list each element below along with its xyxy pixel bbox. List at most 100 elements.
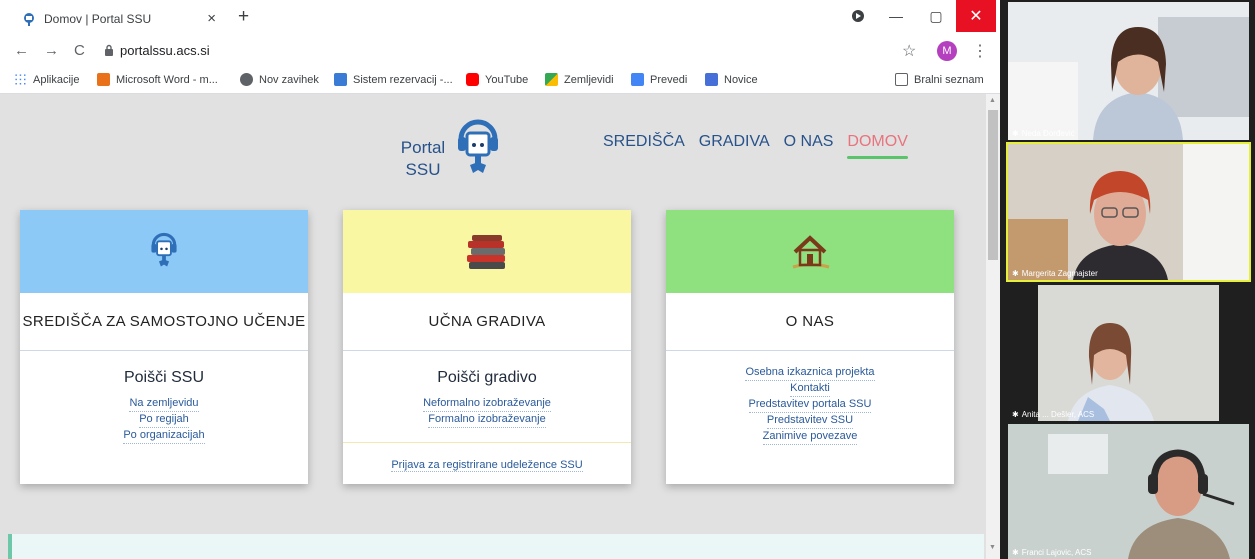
- tab-title: Domov | Portal SSU: [44, 12, 152, 26]
- bookmark-label: Zemljevidi: [564, 73, 614, 86]
- participant-video: [1008, 285, 1249, 421]
- participant-name: ✱ Neda Đorđević: [1012, 129, 1075, 138]
- globe-icon: [240, 73, 253, 86]
- bookmark-label: Nov zavihek: [259, 73, 319, 86]
- card-o-nas: O NAS Osebna izkaznica projekta Kontakti…: [666, 210, 954, 484]
- profile-avatar[interactable]: M: [937, 41, 957, 61]
- link-osebna-izkaznica[interactable]: Osebna izkaznica projekta: [745, 365, 875, 381]
- lock-icon[interactable]: [104, 44, 114, 57]
- link-kontakti[interactable]: Kontakti: [790, 381, 830, 397]
- word-doc-icon: [97, 73, 110, 86]
- video-call-panel: ✱ Neda Đorđević ✱ Margerita Zagmajster ✱…: [1000, 0, 1255, 559]
- bookmark-label: Prevedi: [650, 73, 688, 86]
- bookmark-reservations[interactable]: Sistem rezervacij -...: [334, 73, 453, 86]
- reading-list-icon: [895, 73, 908, 86]
- site-logo[interactable]: Portal SSU: [393, 137, 453, 181]
- card-extra: Prijava za registrirane udeležence SSU: [343, 442, 631, 473]
- link-po-regijah[interactable]: Po regijah: [139, 412, 189, 428]
- bookmark-word[interactable]: Microsoft Word - m...: [97, 73, 218, 86]
- card-gradiva: UČNA GRADIVA Poišči gradivo Neformalno i…: [343, 210, 631, 484]
- logo-text-line1: Portal: [400, 138, 446, 157]
- participant-name: ✱ Margerita Zagmajster: [1012, 269, 1098, 278]
- logo-text-line2: SSU: [405, 160, 441, 179]
- card-banner: [343, 210, 631, 293]
- address-bar: ← → C portalssu.acs.si ☆ M ⋮: [0, 36, 1000, 66]
- bookmark-translate[interactable]: Prevedi: [631, 73, 687, 86]
- forward-icon[interactable]: →: [44, 42, 59, 60]
- url-field[interactable]: portalssu.acs.si: [120, 43, 210, 58]
- reading-list-label: Bralni seznam: [914, 73, 984, 86]
- link-predstavitev-portala[interactable]: Predstavitev portala SSU: [748, 397, 872, 413]
- bookmark-youtube[interactable]: YouTube: [466, 73, 528, 86]
- tab-strip: Domov | Portal SSU × + — ▢ ✕: [0, 0, 1000, 36]
- bookmark-maps[interactable]: Zemljevidi: [545, 73, 614, 86]
- maximize-button[interactable]: ▢: [916, 0, 956, 32]
- youtube-icon: [466, 73, 479, 86]
- bookmark-apps[interactable]: Aplikacije: [14, 73, 79, 86]
- link-prijava[interactable]: Prijava za registrirane udeležence SSU: [391, 459, 583, 472]
- participant-tile[interactable]: ✱ Neda Đorđević: [1008, 2, 1249, 140]
- nav-sredisca[interactable]: SREDIŠČA: [603, 133, 685, 151]
- page-scrollbar[interactable]: ▲ ▼: [986, 94, 1000, 559]
- reading-list-button[interactable]: Bralni seznam: [895, 73, 984, 86]
- back-icon[interactable]: ←: [14, 42, 29, 60]
- participant-name-text: Margerita Zagmajster: [1021, 269, 1098, 278]
- participant-video: [1008, 424, 1249, 559]
- participant-name: ✱ Franci Lajovic, ACS: [1012, 548, 1092, 557]
- tab-close-icon[interactable]: ×: [207, 11, 216, 26]
- link-predstavitev-ssu[interactable]: Predstavitev SSU: [766, 413, 854, 429]
- nav-domov[interactable]: DOMOV: [847, 133, 909, 159]
- bookmark-new-tab[interactable]: Nov zavihek: [240, 73, 319, 86]
- participant-name: ✱ Anita ... Dešler, ACS: [1012, 410, 1094, 419]
- screen: Domov | Portal SSU × + — ▢ ✕ ← → C porta…: [0, 0, 1255, 559]
- browser-menu-icon[interactable]: ⋮: [972, 41, 988, 61]
- participant-video: [1008, 2, 1249, 140]
- scroll-down-icon[interactable]: ▼: [989, 544, 996, 551]
- nav-gradiva[interactable]: GRADIVA: [699, 133, 770, 151]
- bookmark-label: Aplikacije: [33, 73, 80, 86]
- scroll-up-icon[interactable]: ▲: [989, 97, 996, 104]
- card-banner: [20, 210, 308, 293]
- reload-icon[interactable]: C: [74, 42, 85, 60]
- media-control-icon[interactable]: [838, 0, 878, 32]
- link-zanimive-povezave[interactable]: Zanimive povezave: [762, 429, 858, 445]
- pin-icon: ✱: [1012, 129, 1019, 138]
- participant-tile-active[interactable]: ✱ Margerita Zagmajster: [1006, 142, 1251, 282]
- house-icon: [792, 234, 830, 268]
- card-title: SREDIŠČA ZA SAMOSTOJNO UČENJE: [20, 293, 308, 351]
- card-links: Na zemljevidu Po regijah Po organizacija…: [20, 396, 308, 444]
- books-icon: [467, 234, 505, 269]
- site-navigation: SREDIŠČA GRADIVA O NAS DOMOV: [603, 133, 909, 159]
- bookmark-label: Novice: [724, 73, 758, 86]
- bookmark-label: Sistem rezervacij -...: [353, 73, 453, 86]
- participant-name-text: Franci Lajovic, ACS: [1021, 548, 1092, 557]
- participant-tile[interactable]: ✱ Franci Lajovic, ACS: [1008, 424, 1249, 559]
- card-subtitle: Poišči gradivo: [437, 369, 537, 386]
- new-tab-button[interactable]: +: [238, 7, 249, 26]
- maps-icon: [545, 73, 558, 86]
- pin-icon: ✱: [1012, 548, 1019, 557]
- nav-o-nas[interactable]: O NAS: [784, 133, 834, 151]
- card-sredisca: SREDIŠČA ZA SAMOSTOJNO UČENJE Poišči SSU…: [20, 210, 308, 484]
- link-formalno[interactable]: Formalno izobraževanje: [428, 412, 546, 428]
- footer-strip: [8, 534, 984, 559]
- link-na-zemljevidu[interactable]: Na zemljevidu: [129, 396, 199, 412]
- card-subtitle: Poišči SSU: [123, 369, 205, 386]
- minimize-button[interactable]: —: [876, 0, 916, 32]
- web-page: Portal SSU SREDIŠČA GRADIVA O NAS DOMOV: [0, 94, 986, 559]
- owl-mascot-icon[interactable]: [453, 115, 503, 185]
- card-banner: [666, 210, 954, 293]
- card-links: Neformalno izobraževanje Formalno izobra…: [343, 396, 631, 428]
- news-icon: [705, 73, 718, 86]
- bookmark-news[interactable]: Novice: [705, 73, 758, 86]
- scrollbar-thumb[interactable]: [988, 110, 998, 260]
- pin-icon: ✱: [1012, 269, 1019, 278]
- link-po-organizacijah[interactable]: Po organizacijah: [123, 428, 205, 444]
- bookmark-star-icon[interactable]: ☆: [902, 41, 916, 61]
- link-neformalno[interactable]: Neformalno izobraževanje: [423, 396, 551, 412]
- owl-mascot-icon: [151, 232, 177, 266]
- portal-favicon-icon: [24, 13, 34, 26]
- close-window-button[interactable]: ✕: [956, 0, 996, 32]
- browser-tab[interactable]: Domov | Portal SSU ×: [8, 4, 230, 34]
- participant-tile[interactable]: ✱ Anita ... Dešler, ACS: [1008, 285, 1249, 421]
